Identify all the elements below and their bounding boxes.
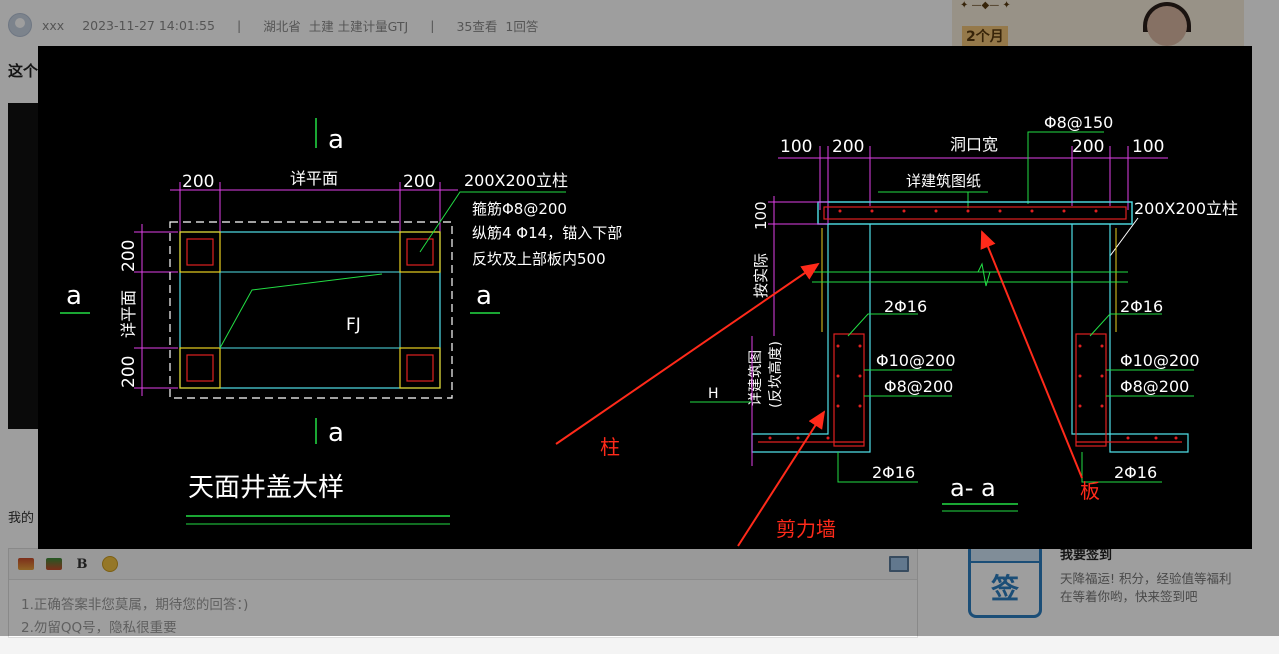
plan-top-label: 详平面 [290,169,338,188]
image-viewer[interactable]: a a a a 200 详平面 200 200 详平面 200 FJ 200X2… [38,46,1252,549]
section-title: a- a [950,474,996,502]
plan-title: 天面井盖大样 [188,473,344,503]
rebar-top-label: Φ8@150 [1044,113,1113,132]
column-plan [179,231,221,273]
section-column-label: 200X200立柱 [1134,199,1238,218]
rebar-2phi16-label: 2Φ16 [1120,297,1163,316]
section-marker-top: a [328,125,344,155]
rebar-2phi16-label: 2Φ16 [872,463,915,482]
slab-arrow [980,230,1083,479]
dim-label: 100 [1132,137,1164,157]
note-line-2: 纵筋4 Φ14，锚入下部 [472,224,622,242]
column-plan [179,347,221,389]
section-marker-left: a [66,281,82,311]
see-arch-label: 详建筑图纸 [906,172,981,190]
rebar-leader [1089,313,1162,337]
dim-label: 200 [1072,137,1104,157]
section-marker-right: a [476,281,492,311]
annotation-slab: 板 [1080,479,1100,503]
dim-label: 200 [119,240,139,272]
see-arch-vert-label: 详建筑图 [748,350,764,406]
fj-label: FJ [346,315,361,335]
per-actual-label: 按实际 [752,253,770,298]
plan-side-label: 详平面 [119,290,138,338]
fj-leader [219,273,383,349]
slab-outline [179,231,441,389]
column-label: 200X200立柱 [464,171,568,190]
wall-rebar-left [833,333,865,447]
break-mark [977,262,991,287]
note-line-1: 箍筋Φ8@200 [472,200,567,218]
annotation-shear-wall: 剪力墙 [776,517,836,541]
rebar-2phi16-label: 2Φ16 [1114,463,1157,482]
opening-width-label: 洞口宽 [950,135,998,154]
rebar-phi10-label: Φ10@200 [1120,351,1200,370]
slab-rebar [823,206,1127,220]
rebar-leader [847,313,918,337]
slab-section [817,201,1133,225]
rebar-phi10-label: Φ10@200 [876,351,956,370]
dim-label: 100 [780,137,812,157]
curb-height-label: (反坎高度) [767,341,784,408]
dim-label: 200 [182,172,214,192]
rebar-phi8-label: Φ8@200 [884,377,953,396]
cad-drawing: a a a a 200 详平面 200 200 详平面 200 FJ 200X2… [60,113,1238,547]
h-mark: H [708,386,719,402]
height-label: 100 [752,201,770,230]
dim-label: 200 [832,137,864,157]
section-marker-bottom: a [328,418,344,448]
rebar-phi8-label: Φ8@200 [1120,377,1189,396]
column-plan [399,347,441,389]
annotation-column: 柱 [600,435,620,459]
wall-rebar-right [1075,333,1107,447]
dim-label: 200 [119,356,139,388]
slab-rebar-dots [838,209,1098,213]
dim-label: 200 [403,172,435,192]
note-line-3: 反坎及上部板内500 [472,250,606,268]
curb-outline [169,221,453,399]
rebar-2phi16-label: 2Φ16 [884,297,927,316]
